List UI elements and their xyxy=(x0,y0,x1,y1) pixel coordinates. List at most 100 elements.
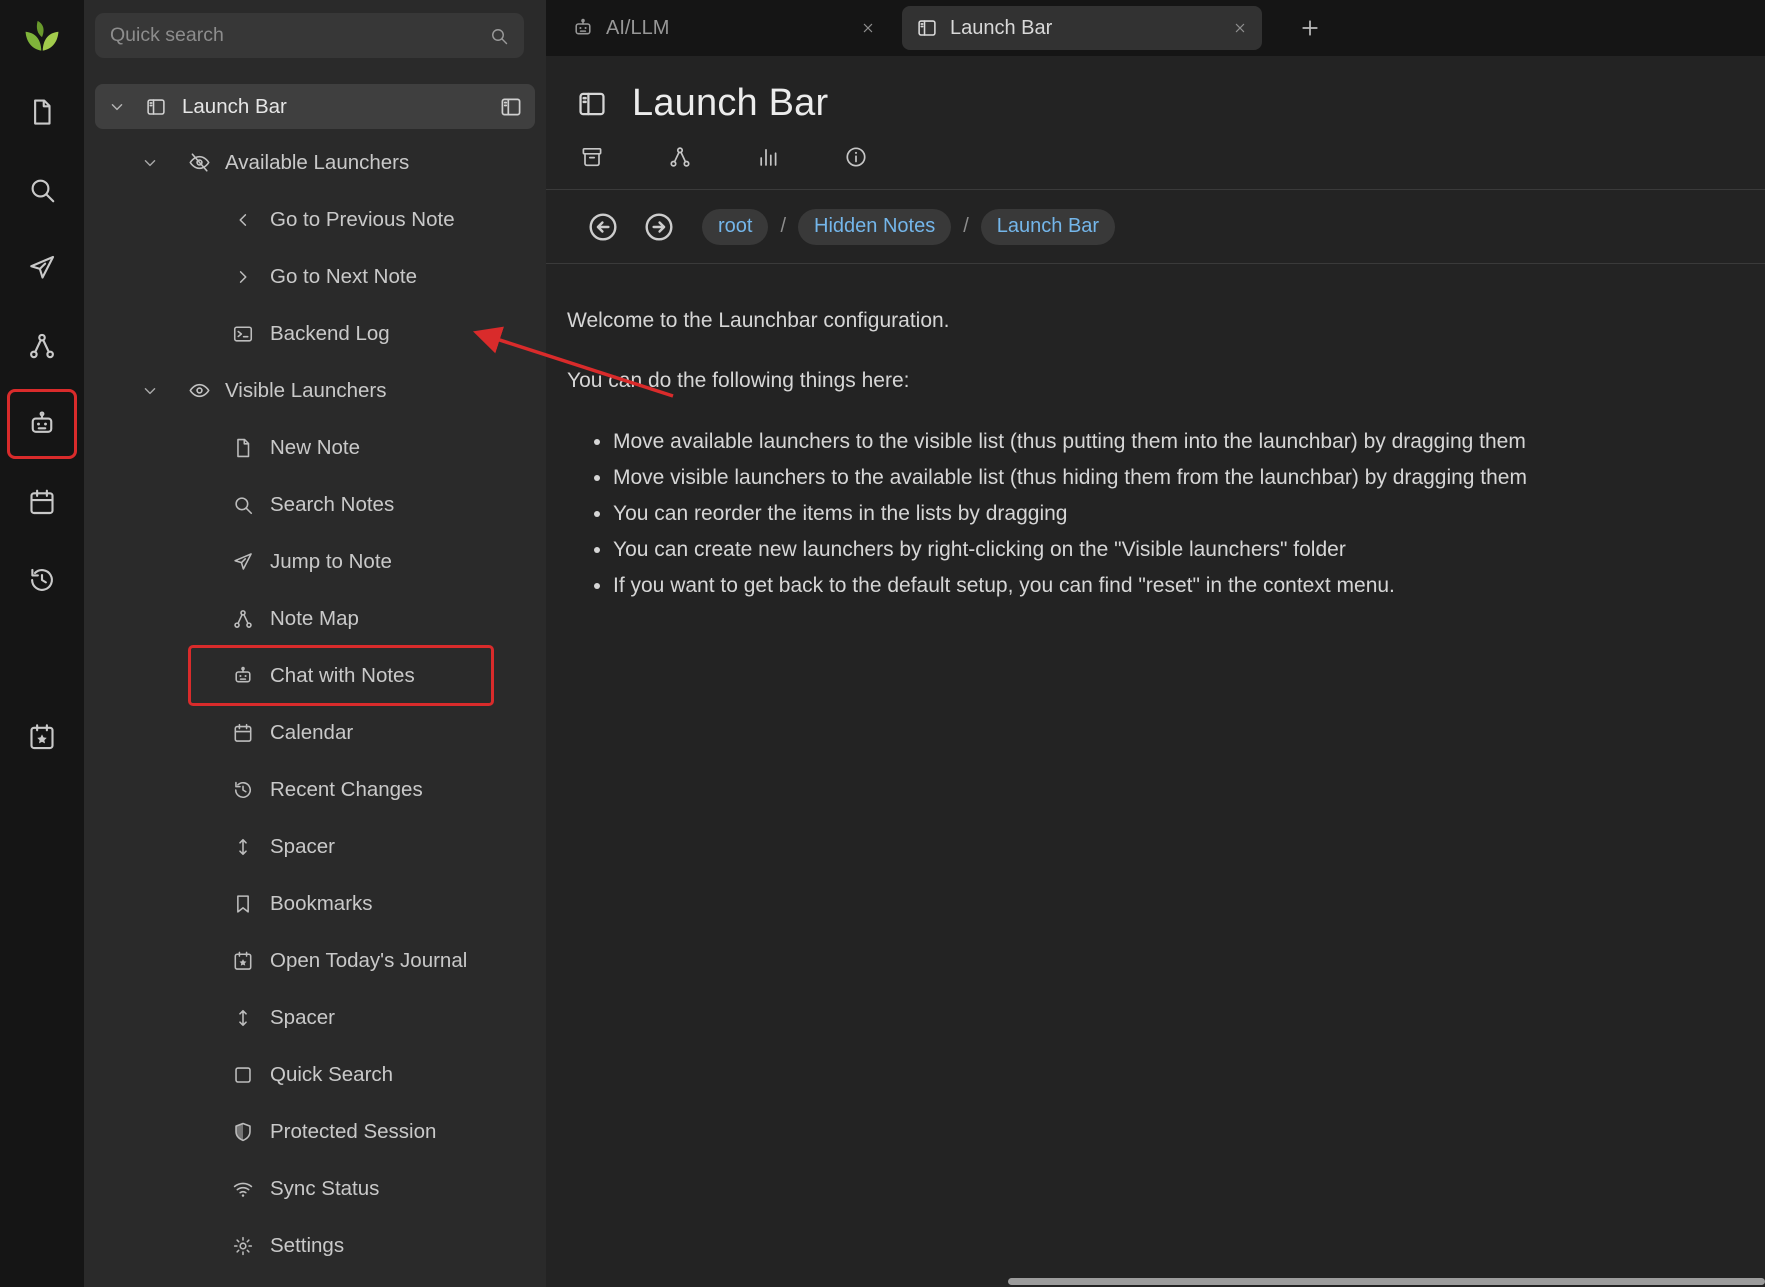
tree-item-label: Search Notes xyxy=(270,493,394,517)
calendar-star-icon xyxy=(232,950,254,972)
tree-item-label: Calendar xyxy=(270,721,353,745)
horizontal-scrollbar[interactable] xyxy=(1008,1278,1765,1285)
square-icon xyxy=(232,1064,254,1086)
archive-icon[interactable] xyxy=(580,145,604,169)
recent-changes-button[interactable] xyxy=(19,557,65,603)
close-icon[interactable] xyxy=(1232,20,1248,36)
breadcrumb: root/Hidden Notes/Launch Bar xyxy=(702,209,1115,245)
tree-item-label: Bookmarks xyxy=(270,892,373,916)
tree-item-bookmarks[interactable]: Bookmarks xyxy=(84,875,546,932)
breadcrumb-item-root[interactable]: root xyxy=(702,209,768,245)
send-icon xyxy=(232,551,254,573)
spacer-icon xyxy=(232,836,254,858)
info-icon[interactable] xyxy=(844,145,868,169)
note-pane: Launch Bar root/Hidden Notes/Launch Bar … xyxy=(546,56,1765,1287)
tree-item-launch-bar-root[interactable]: Launch Bar xyxy=(95,84,535,129)
tree-item-search-notes[interactable]: Search Notes xyxy=(84,476,546,533)
note-tree-sidebar: Launch Bar Available Launchers Go to Prev… xyxy=(84,0,546,1287)
tree-item-label: Backend Log xyxy=(270,322,390,346)
tree-item-calendar[interactable]: Calendar xyxy=(84,704,546,761)
chevron-down-icon[interactable] xyxy=(140,153,160,173)
content-bullet-list: Move available launchers to the visible … xyxy=(567,424,1725,604)
app-window: Launch Bar Available Launchers Go to Prev… xyxy=(0,0,1765,1287)
note-title-row: Launch Bar xyxy=(576,82,1765,125)
tree-item-new-note[interactable]: New Note xyxy=(84,419,546,476)
tree-item-go-to-next-note[interactable]: Go to Next Note xyxy=(84,248,546,305)
bullet-item: If you want to get back to the default s… xyxy=(613,568,1725,604)
robot-icon xyxy=(572,17,594,39)
tree-item-label: Quick Search xyxy=(270,1063,393,1087)
send-icon xyxy=(27,253,57,283)
tree-item-protected-session[interactable]: Protected Session xyxy=(84,1103,546,1160)
tree-item-label: Jump to Note xyxy=(270,550,392,574)
tree-item-note-map[interactable]: Note Map xyxy=(84,590,546,647)
tree-item-visible-launchers[interactable]: Visible Launchers xyxy=(84,362,546,419)
tree-item-available-launchers[interactable]: Available Launchers xyxy=(84,134,546,191)
close-icon[interactable] xyxy=(860,20,876,36)
content-intro: Welcome to the Launchbar configuration. xyxy=(567,304,1725,337)
content-subtitle: You can do the following things here: xyxy=(567,364,1725,397)
search-icon xyxy=(27,175,57,205)
bullet-item: You can create new launchers by right-cl… xyxy=(613,532,1725,568)
gear-icon xyxy=(232,1235,254,1257)
tree-root-label: Launch Bar xyxy=(182,95,287,119)
tree-item-go-to-previous-note[interactable]: Go to Previous Note xyxy=(84,191,546,248)
history-back-button[interactable] xyxy=(586,210,620,244)
file-icon xyxy=(27,97,57,127)
tree-item-label: Go to Previous Note xyxy=(270,208,455,232)
history-forward-button[interactable] xyxy=(642,210,676,244)
new-note-button[interactable] xyxy=(19,89,65,135)
tree-item-label: Note Map xyxy=(270,607,359,631)
tree-item-label: Visible Launchers xyxy=(225,379,386,403)
terminal-icon xyxy=(232,323,254,345)
tab-label: AI/LLM xyxy=(606,17,669,40)
tree-item-spacer[interactable]: Spacer xyxy=(84,989,546,1046)
tab-launch-bar[interactable]: Launch Bar xyxy=(902,6,1262,50)
open-todays-journal-button[interactable] xyxy=(19,714,65,760)
note-map-icon[interactable] xyxy=(668,145,692,169)
breadcrumb-separator: / xyxy=(780,215,786,238)
calendar-button[interactable] xyxy=(19,479,65,525)
tree-item-label: Sync Status xyxy=(270,1177,379,1201)
note-map-button[interactable] xyxy=(19,323,65,369)
tree-item-spacer[interactable]: Spacer xyxy=(84,818,546,875)
tree-item-sync-status[interactable]: Sync Status xyxy=(84,1160,546,1217)
history-icon xyxy=(27,565,57,595)
trilium-logo xyxy=(19,11,65,57)
chevron-down-icon[interactable] xyxy=(107,97,127,117)
tree-item-settings[interactable]: Settings xyxy=(84,1217,546,1274)
note-tree: Available Launchers Go to Previous Note Go… xyxy=(84,134,546,1274)
chevron-left-icon xyxy=(232,209,254,231)
breadcrumb-item-launch-bar[interactable]: Launch Bar xyxy=(981,209,1115,245)
bar-chart-icon[interactable] xyxy=(756,145,780,169)
chevron-down-icon[interactable] xyxy=(140,381,160,401)
new-tab-button[interactable] xyxy=(1298,16,1322,40)
tree-item-label: New Note xyxy=(270,436,360,460)
tree-item-backend-log[interactable]: Backend Log xyxy=(84,305,546,362)
history-icon xyxy=(232,779,254,801)
tree-item-label: Settings xyxy=(270,1234,344,1258)
tree-item-label: Go to Next Note xyxy=(270,265,417,289)
shield-icon xyxy=(232,1121,254,1143)
tree-item-jump-to-note[interactable]: Jump to Note xyxy=(84,533,546,590)
robot-icon xyxy=(27,409,57,439)
jump-to-note-button[interactable] xyxy=(19,245,65,291)
note-content: Welcome to the Launchbar configuration. … xyxy=(546,264,1765,604)
quick-search-input[interactable] xyxy=(110,24,489,47)
tree-item-chat-with-notes[interactable]: Chat with Notes xyxy=(84,647,546,704)
search-icon xyxy=(489,26,509,46)
eye-icon xyxy=(188,379,211,402)
bookmark-icon xyxy=(232,893,254,915)
chat-with-notes-button[interactable] xyxy=(19,401,65,447)
breadcrumb-item-hidden-notes[interactable]: Hidden Notes xyxy=(798,209,951,245)
tab-ai-llm[interactable]: AI/LLM xyxy=(558,6,890,50)
tree-item-label: Open Today's Journal xyxy=(270,949,467,973)
tree-item-quick-search[interactable]: Quick Search xyxy=(84,1046,546,1103)
note-navigation-row: root/Hidden Notes/Launch Bar xyxy=(546,190,1765,264)
tree-item-open-today-s-journal[interactable]: Open Today's Journal xyxy=(84,932,546,989)
tree-item-recent-changes[interactable]: Recent Changes xyxy=(84,761,546,818)
launchbar-action-icon[interactable] xyxy=(499,95,523,119)
search-notes-button[interactable] xyxy=(19,167,65,213)
eye-off-icon xyxy=(188,151,211,174)
chevron-right-icon xyxy=(232,266,254,288)
